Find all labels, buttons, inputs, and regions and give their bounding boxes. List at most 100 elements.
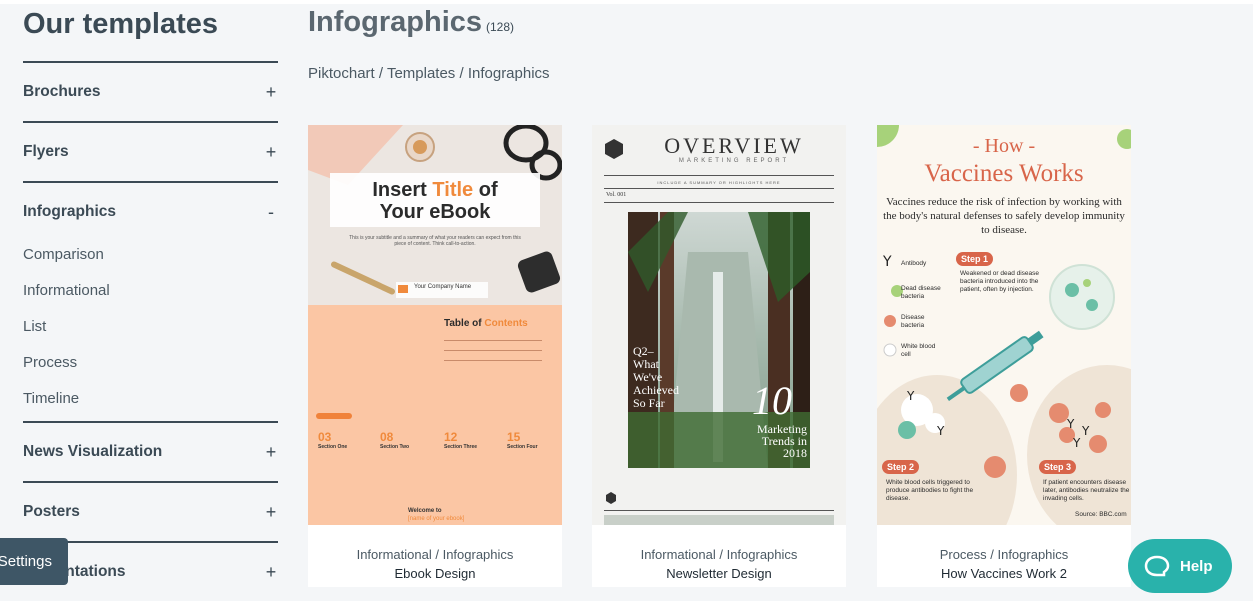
sidebar-item-label: Posters — [23, 503, 80, 520]
sidebar-subitem-process[interactable]: Process — [23, 345, 278, 381]
legend-item: White blood cell — [901, 343, 936, 358]
newsletter-strap: INCLUDE A SUMMARY OR HIGHLIGHTS HERE — [657, 180, 781, 185]
top-border — [0, 0, 1253, 4]
svg-text:Y: Y — [1081, 424, 1090, 438]
sidebar-item-posters[interactable]: Posters + — [23, 483, 278, 541]
toc-label: Table of — [444, 318, 485, 329]
toc-line — [444, 360, 542, 361]
rule — [604, 202, 834, 203]
sidebar-subitem-timeline[interactable]: Timeline — [23, 381, 278, 417]
ebook-toc-heading: Table of Contents — [444, 318, 528, 329]
section-label: Section Two — [380, 444, 410, 450]
page-title: Infographics (128) — [308, 6, 514, 39]
template-count: (128) — [486, 20, 515, 34]
sidebar-section-infographics: Infographics - Comparison Informational … — [23, 181, 278, 417]
newsletter-small-text: Marketing Trends in 2018 — [757, 422, 807, 460]
breadcrumb-separator: / — [455, 65, 468, 82]
ebook-welcome-name: [name of your ebook] — [408, 516, 465, 522]
help-label: Help — [1180, 557, 1213, 575]
expand-icon[interactable]: + — [264, 82, 278, 103]
breadcrumb: Piktochart / Templates / Infographics — [308, 65, 550, 82]
section-number: 15 — [507, 430, 521, 444]
section-label: Section Three — [444, 444, 478, 450]
rule — [604, 188, 834, 189]
sidebar-subitem-informational[interactable]: Informational — [23, 273, 278, 309]
template-thumbnail[interactable]: Y Y Y Y Y Y - How - Vaccines Works Vacci… — [877, 125, 1131, 525]
section-number: 08 — [380, 430, 394, 444]
step-badge: Step 3 — [1039, 460, 1077, 474]
vaccine-how: - How - — [972, 135, 1036, 157]
card-title[interactable]: How Vaccines Work 2 — [877, 566, 1131, 581]
ebook-subtitle: This is your subtitle and a summary of w… — [349, 235, 521, 247]
card-title[interactable]: Newsletter Design — [592, 566, 846, 581]
ebook-title-line1: Insert Title of — [308, 179, 562, 202]
section-label: Section Four — [507, 444, 538, 450]
collapse-icon[interactable]: - — [264, 202, 278, 223]
breadcrumb-link-templates[interactable]: Templates — [387, 65, 455, 82]
newsletter-subtitle: MARKETING REPORT — [678, 158, 790, 164]
ebook-title-part: of — [473, 179, 498, 201]
section-number: 03 — [318, 430, 332, 444]
template-card-newsletter-design[interactable]: OVERVIEW MARKETING REPORT INCLUDE A SUMM… — [592, 125, 846, 587]
help-button[interactable]: Help — [1128, 539, 1232, 593]
step-text: Weakened or dead disease bacteria introd… — [960, 270, 1040, 293]
template-card-how-vaccines-work-2[interactable]: Y Y Y Y Y Y - How - Vaccines Works Vacci… — [877, 125, 1131, 587]
settings-button[interactable]: Settings — [0, 538, 68, 585]
step-text: If patient encounters disease later, ant… — [1043, 479, 1130, 502]
step-badge: Step 1 — [956, 252, 994, 266]
settings-label: Settings — [0, 553, 52, 570]
sidebar-item-label: Infographics — [23, 203, 117, 220]
template-thumbnail[interactable]: Insert Title of Your eBook This is your … — [308, 125, 562, 525]
expand-icon[interactable]: + — [264, 502, 278, 523]
sidebar-subitem-list[interactable]: List — [23, 309, 278, 345]
card-category[interactable]: Informational / Infographics — [308, 547, 562, 562]
sidebar-item-infographics[interactable]: Infographics - — [23, 183, 278, 241]
chat-bubble-icon — [1144, 555, 1170, 577]
step-text: White blood cells triggered to produce a… — [886, 479, 974, 502]
section-number: 12 — [444, 430, 458, 444]
ebook-company-name: Your Company Name — [414, 284, 472, 290]
sidebar-section-brochures: Brochures + — [23, 61, 278, 121]
toc-line — [444, 340, 542, 341]
svg-text:Y: Y — [936, 424, 945, 438]
breadcrumb-link-piktochart[interactable]: Piktochart — [308, 65, 375, 82]
svg-text:Y: Y — [906, 389, 915, 403]
sidebar-item-news-visualization[interactable]: News Visualization + — [23, 423, 278, 481]
legend-item: Disease bacteria — [901, 314, 925, 329]
vaccine-title: Vaccines Works — [924, 160, 1084, 187]
vaccine-description: Vaccines reduce the risk of infection by… — [883, 196, 1125, 236]
breadcrumb-current: Infographics — [467, 65, 550, 82]
toc-highlight: Contents — [484, 318, 528, 329]
sidebar-item-label: Brochures — [23, 83, 101, 100]
sidebar-item-flyers[interactable]: Flyers + — [23, 123, 278, 181]
newsletter-big-number: 10 — [752, 378, 792, 423]
legend-item: Antibody — [901, 260, 927, 267]
sidebar-item-brochures[interactable]: Brochures + — [23, 63, 278, 121]
sidebar-section-flyers: Flyers + — [23, 121, 278, 181]
ebook-title-highlight: Title — [432, 179, 474, 201]
ebook-cover-photo: Insert Title of Your eBook This is your … — [308, 125, 562, 305]
newsletter-volume: Vol. 001 — [606, 192, 627, 198]
newsletter-left-text: Q2– What We've Achieved So Far — [633, 344, 679, 410]
template-thumbnail[interactable]: OVERVIEW MARKETING REPORT INCLUDE A SUMM… — [592, 125, 846, 525]
expand-icon[interactable]: + — [264, 562, 278, 583]
card-category[interactable]: Process / Infographics — [877, 547, 1131, 562]
card-category[interactable]: Informational / Infographics — [592, 547, 846, 562]
svg-text:Y: Y — [1066, 417, 1075, 431]
sidebar-title: Our templates — [23, 8, 218, 40]
card-title[interactable]: Ebook Design — [308, 566, 562, 581]
hexagon-logo-icon — [606, 492, 616, 504]
page-title-text: Infographics — [308, 6, 483, 38]
section-pill — [316, 413, 352, 419]
svg-text:Y: Y — [1072, 436, 1081, 450]
vaccine-source: Source: BBC.com — [1075, 511, 1127, 518]
template-card-ebook-design[interactable]: Insert Title of Your eBook This is your … — [308, 125, 562, 587]
expand-icon[interactable]: + — [264, 142, 278, 163]
sidebar-section-posters: Posters + — [23, 481, 278, 541]
sidebar-subitem-comparison[interactable]: Comparison — [23, 237, 278, 273]
newsletter-footer-photo — [604, 515, 834, 525]
expand-icon[interactable]: + — [264, 442, 278, 463]
svg-text:Y: Y — [882, 254, 892, 270]
sidebar-section-news-visualization: News Visualization + — [23, 421, 278, 481]
ebook-welcome: Welcome to — [408, 508, 442, 514]
